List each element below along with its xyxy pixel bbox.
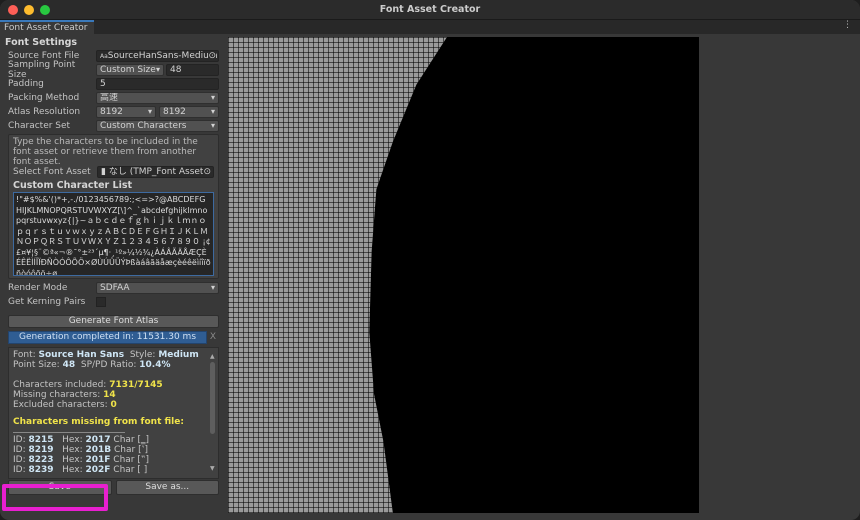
missing-char-row: ID: 8239 Hex: 202F Char [ ] (13, 465, 148, 475)
custom-character-textarea[interactable]: !"#$%&'()*+,-./0123456789:;<=>?@ABCDEFGH… (13, 192, 214, 276)
point-size-label: Point Size: (13, 360, 60, 370)
excluded-value: 0 (110, 400, 117, 410)
atlas-width-dropdown[interactable]: 8192 (96, 106, 156, 118)
character-set-label: Character Set (8, 121, 71, 131)
window-title: Font Asset Creator (379, 4, 481, 15)
title-bar: Font Asset Creator (0, 0, 860, 20)
generation-progress-bar: Generation completed in: 11531.30 ms (8, 331, 207, 344)
select-font-asset-value: なし (TMP_Font Asset) (108, 167, 207, 177)
char-hex: 201F (85, 455, 111, 465)
character-set-dropdown[interactable]: Custom Characters (96, 120, 219, 132)
atlas-resolution-label: Atlas Resolution (8, 107, 81, 117)
char-glyph: [‟] (137, 455, 150, 465)
included-value: 7131/7145 (109, 380, 163, 390)
style-label: Style: (129, 350, 156, 360)
custom-characters-box: Type the characters to be included in th… (8, 134, 219, 279)
padding-label: Padding (8, 79, 44, 89)
kebab-menu-icon[interactable]: ⋮ (843, 20, 852, 30)
char-glyph: [ ] (137, 465, 148, 475)
render-mode-label: Render Mode (8, 283, 68, 293)
generate-font-atlas-button[interactable]: Generate Font Atlas (8, 315, 219, 328)
style-value: Medium (158, 350, 199, 360)
atlas-glyph-texture (228, 37, 448, 513)
atlas-height-dropdown[interactable]: 8192 (159, 106, 219, 118)
char-hex: 2017 (85, 435, 111, 445)
point-size-value: 48 (62, 360, 76, 370)
font-label: Font: (13, 350, 36, 360)
kerning-checkbox[interactable] (96, 297, 106, 307)
help-text: Type the characters to be included in th… (13, 137, 198, 167)
source-font-value: SourceHanSans-Medium (107, 51, 218, 61)
char-id: 8239 (28, 465, 54, 475)
char-hex: 202F (85, 465, 111, 475)
font-value: Source Han Sans (38, 350, 125, 360)
maximize-window-button[interactable] (40, 5, 50, 15)
missing-char-row: ID: 8219 Hex: 201B Char [‛] (13, 445, 148, 455)
clear-progress-button[interactable]: X (207, 331, 219, 344)
font-file-icon: Aa (100, 53, 108, 60)
sampling-size-input[interactable]: 48 (166, 64, 219, 76)
char-hex: 201B (85, 445, 112, 455)
sampling-label: Sampling Point Size (8, 60, 76, 80)
tab-font-asset-creator[interactable]: Font Asset Creator (0, 20, 94, 34)
scrollbar-thumb[interactable] (210, 362, 215, 434)
packing-dropdown[interactable]: 高速 (96, 92, 219, 104)
font-info-panel: Font: Source Han Sans Style: Medium Poin… (8, 347, 219, 479)
font-settings-heading: Font Settings (5, 37, 78, 48)
missing-value: 14 (103, 390, 116, 400)
font-asset-creator-window: Font Asset Creator Font Asset Creator ⋮ … (0, 0, 860, 520)
char-id: 8223 (28, 455, 54, 465)
settings-panel: Font Settings Source Font File AaSourceHa… (0, 34, 224, 520)
source-font-field[interactable]: AaSourceHanSans-Medium ⊙ (96, 50, 219, 62)
atlas-preview (228, 37, 699, 513)
missing-char-row: ID: 8223 Hex: 201F Char [‟] (13, 455, 150, 465)
save-highlight (2, 484, 108, 511)
char-id: 8215 (28, 435, 54, 445)
object-picker-icon[interactable]: ⊙ (203, 167, 211, 177)
padding-input[interactable]: 5 (96, 78, 219, 90)
char-glyph: [‛] (138, 445, 148, 455)
kerning-label: Get Kerning Pairs (8, 297, 86, 307)
missing-label: Missing characters: (13, 390, 101, 400)
info-scrollbar[interactable]: ▲ ▼ (210, 352, 216, 474)
close-window-button[interactable] (8, 5, 18, 15)
render-mode-dropdown[interactable]: SDFAA (96, 282, 219, 294)
select-font-asset-label: Select Font Asset (13, 167, 91, 177)
included-label: Characters included: (13, 380, 107, 390)
custom-list-label: Custom Character List (13, 180, 133, 191)
char-id: 8219 (28, 445, 54, 455)
packing-label: Packing Method (8, 93, 80, 103)
save-as-button[interactable]: Save as... (115, 480, 219, 495)
missing-char-row: ID: 8215 Hex: 2017 Char [‗] (13, 435, 150, 445)
char-glyph: [‗] (137, 435, 150, 445)
select-font-asset-field[interactable]: ▮ なし (TMP_Font Asset) ⊙ (97, 166, 214, 178)
ratio-label: SP/PD Ratio: (80, 360, 137, 370)
document-icon: ▮ (101, 167, 106, 177)
object-picker-icon[interactable]: ⊙ (208, 51, 216, 61)
sampling-mode-dropdown[interactable]: Custom Size (96, 64, 164, 76)
missing-heading: Characters missing from font file: (13, 417, 184, 427)
excluded-label: Excluded characters: (13, 400, 108, 410)
ratio-value: 10.4% (139, 360, 171, 370)
minimize-window-button[interactable] (24, 5, 34, 15)
